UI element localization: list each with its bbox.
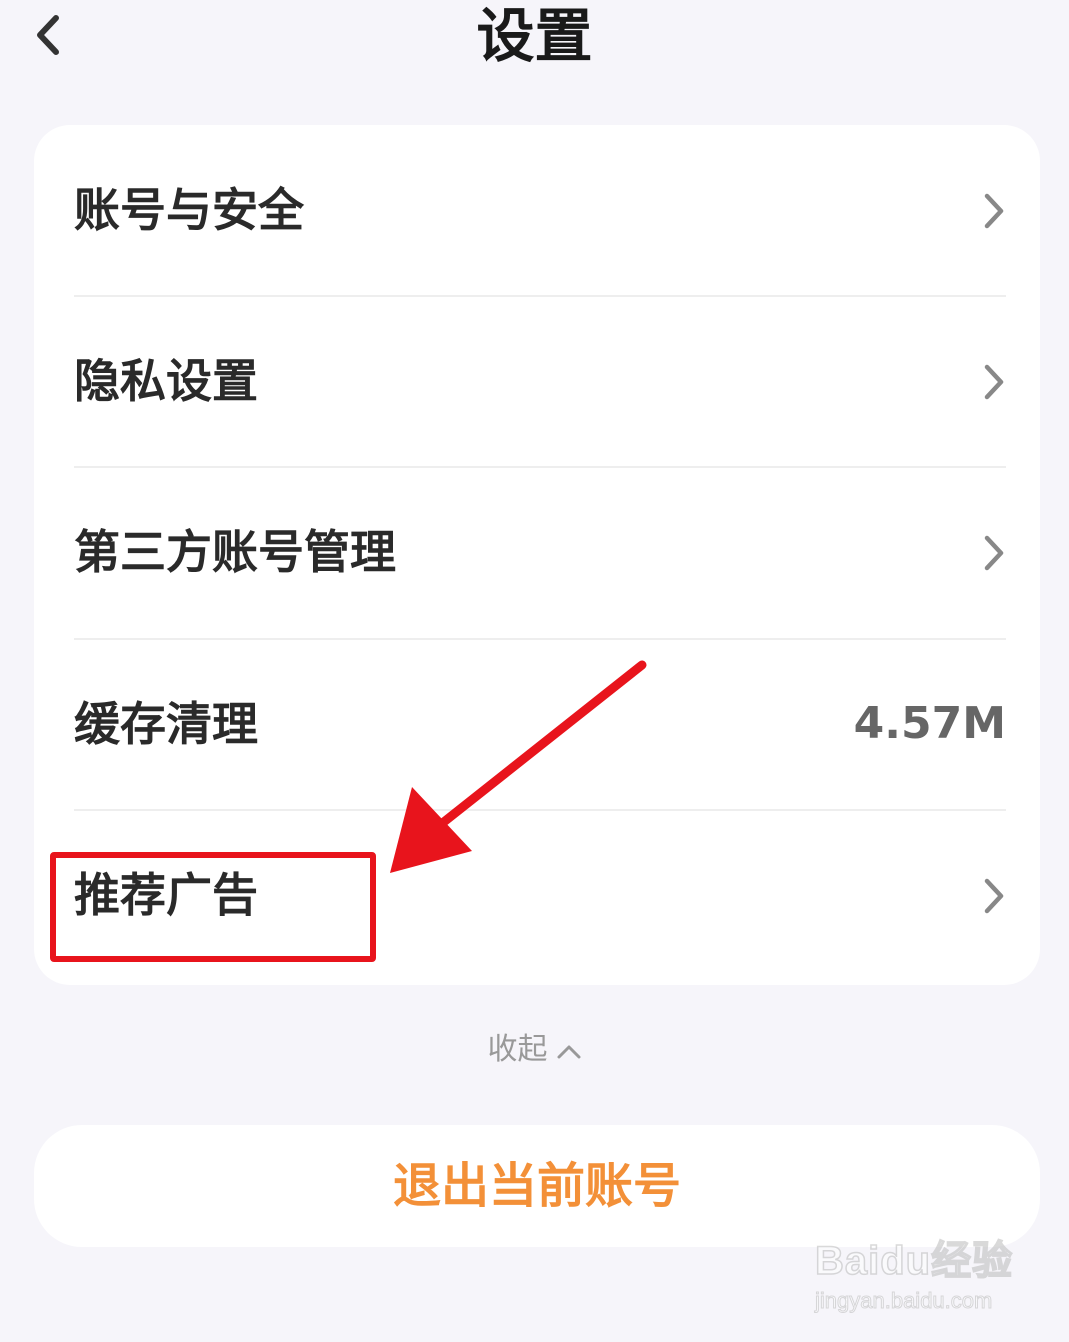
settings-item-label: 缓存清理 — [74, 697, 258, 751]
collapse-toggle[interactable]: 收起 — [0, 1025, 1069, 1075]
highlight-annotation-box — [50, 852, 376, 962]
chevron-up-icon — [557, 1045, 580, 1058]
page-title: 设置 — [476, 2, 593, 70]
settings-item-privacy[interactable]: 隐私设置 — [34, 296, 1040, 466]
watermark-brand: Baidu经验 — [814, 1238, 1014, 1284]
settings-item-account-security[interactable]: 账号与安全 — [34, 125, 1040, 295]
chevron-right-icon — [984, 535, 1004, 571]
header: 设置 — [0, 0, 1069, 80]
chevron-right-icon — [984, 364, 1004, 400]
collapse-label: 收起 — [487, 1032, 548, 1067]
settings-item-third-party-accounts[interactable]: 第三方账号管理 — [34, 467, 1040, 637]
settings-item-label: 账号与安全 — [74, 183, 304, 237]
settings-item-label: 第三方账号管理 — [74, 525, 396, 579]
red-arrow-annotation — [390, 660, 647, 873]
cache-size-value: 4.57M — [853, 698, 1006, 749]
chevron-right-icon — [984, 193, 1004, 229]
chevron-right-icon — [984, 878, 1004, 914]
baidu-watermark: Baidu经验 jingyan.baidu.com — [814, 1228, 1035, 1328]
watermark-url: jingyan.baidu.com — [814, 1288, 993, 1314]
settings-item-label: 隐私设置 — [74, 354, 258, 408]
